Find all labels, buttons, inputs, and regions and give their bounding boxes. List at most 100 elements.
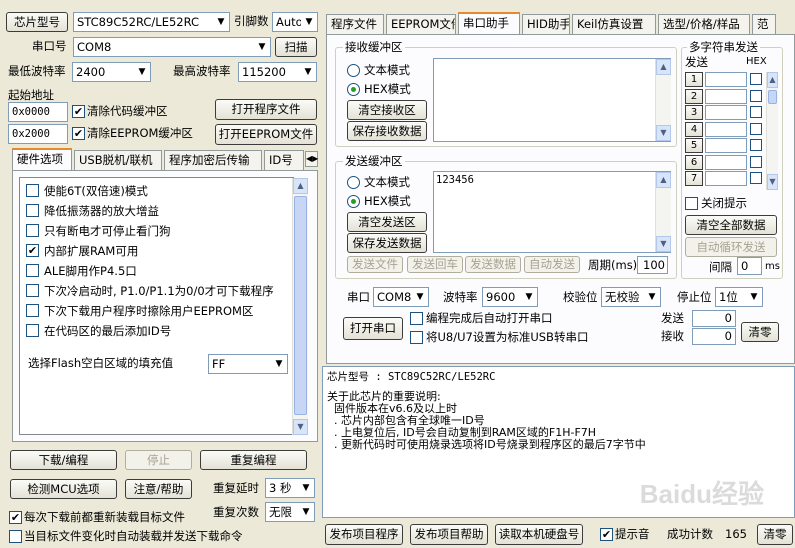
tab-program-file[interactable]: 程序文件	[326, 14, 384, 34]
multi-string-input[interactable]	[705, 121, 747, 137]
parity-select[interactable]: 无校验 ▼	[601, 287, 661, 307]
multi-send-row-button[interactable]: 6	[685, 154, 703, 170]
multi-send-row-button[interactable]: 4	[685, 121, 703, 137]
multi-send-row-button[interactable]: 3	[685, 105, 703, 120]
stop-button[interactable]: 停止	[125, 450, 192, 470]
tab-id-number[interactable]: ID号	[264, 150, 304, 170]
flash-fill-select[interactable]: FF ▼	[208, 354, 288, 374]
scroll-thumb[interactable]	[294, 196, 307, 415]
reprogram-button[interactable]: 重复编程	[200, 450, 307, 470]
tab-scroll-icon[interactable]: ◀▶	[305, 151, 318, 167]
recv-hex-mode-radio[interactable]	[347, 83, 360, 96]
stopbit-select[interactable]: 1位 ▼	[715, 287, 763, 307]
clear-count-button[interactable]: 清零	[741, 322, 779, 342]
multi-string-input[interactable]	[705, 105, 747, 120]
send-scrollbar[interactable]: ▲ ▼	[655, 172, 671, 252]
option-checkbox[interactable]	[26, 184, 39, 197]
period-input[interactable]: 100	[637, 256, 668, 274]
scroll-down-icon[interactable]: ▼	[293, 419, 308, 435]
scroll-up-icon[interactable]: ▲	[767, 72, 778, 88]
multi-scrollbar[interactable]: ▲ ▼	[766, 72, 778, 190]
send-buffer-text[interactable]: 123456	[433, 171, 671, 253]
scroll-down-icon[interactable]: ▼	[656, 236, 671, 252]
multi-hex-checkbox[interactable]	[750, 73, 762, 85]
multi-string-input[interactable]	[705, 138, 747, 153]
multi-send-row-button[interactable]: 5	[685, 138, 703, 153]
tab-hid-assistant[interactable]: HID助手	[522, 14, 570, 34]
clear-all-data-button[interactable]: 清空全部数据	[685, 215, 777, 235]
option-checkbox[interactable]	[26, 264, 39, 277]
tab-eeprom-file[interactable]: EEPROM文件	[386, 14, 456, 34]
max-baud-select[interactable]: 115200 ▼	[238, 62, 317, 82]
scroll-up-icon[interactable]: ▲	[656, 172, 671, 188]
multi-string-input[interactable]	[705, 154, 747, 170]
chip-type-select[interactable]: STC89C52RC/LE52RC ▼	[73, 12, 230, 32]
open-eeprom-button[interactable]: 打开EEPROM文件	[215, 124, 317, 145]
send-hex-mode-radio[interactable]	[347, 195, 360, 208]
close-hint-checkbox[interactable]	[685, 197, 698, 210]
auto-send-button[interactable]: 自动发送	[524, 256, 580, 273]
clear-send-button[interactable]: 清空发送区	[347, 212, 427, 232]
scroll-thumb[interactable]	[768, 90, 777, 104]
pin-count-select[interactable]: Auto ▼	[272, 12, 318, 32]
auto-loop-send-button[interactable]: 自动循环发送	[685, 237, 777, 257]
option-checkbox[interactable]	[26, 284, 39, 297]
tab-hardware-options[interactable]: 硬件选项	[12, 148, 72, 170]
multi-hex-checkbox[interactable]	[750, 139, 762, 151]
min-baud-select[interactable]: 2400 ▼	[72, 62, 151, 82]
multi-string-input[interactable]	[705, 72, 747, 87]
tab-more[interactable]: 范	[752, 14, 776, 34]
publish-program-button[interactable]: 发布项目程序	[325, 524, 403, 545]
send-text-mode-radio[interactable]	[347, 176, 360, 189]
clear-success-button[interactable]: 清零	[757, 524, 793, 545]
send-enter-button[interactable]: 发送回车	[407, 256, 463, 273]
scroll-up-icon[interactable]: ▲	[656, 59, 671, 75]
option-checkbox[interactable]	[26, 304, 39, 317]
option-checkbox[interactable]: ✔	[26, 244, 39, 257]
option-checkbox[interactable]	[26, 224, 39, 237]
multi-send-row-button[interactable]: 2	[685, 88, 703, 104]
save-send-button[interactable]: 保存发送数据	[347, 233, 427, 253]
recv-text-mode-radio[interactable]	[347, 64, 360, 77]
receive-buffer-text[interactable]	[433, 58, 671, 142]
repeat-delay-select[interactable]: 3 秒 ▼	[265, 478, 315, 498]
tab-encrypted-transfer[interactable]: 程序加密后传输	[164, 150, 262, 170]
scroll-down-icon[interactable]: ▼	[656, 125, 671, 141]
auto-load-checkbox[interactable]	[9, 530, 22, 543]
multi-send-row-button[interactable]: 1	[685, 72, 703, 87]
clear-code-checkbox[interactable]: ✔	[72, 105, 85, 118]
repeat-count-select[interactable]: 无限 ▼	[265, 502, 315, 522]
option-checkbox[interactable]	[26, 204, 39, 217]
tab-serial-assistant[interactable]: 串口助手	[458, 12, 520, 34]
com-select[interactable]: COM8 ▼	[73, 37, 271, 57]
multi-hex-checkbox[interactable]	[750, 122, 762, 135]
clear-eeprom-checkbox[interactable]: ✔	[72, 127, 85, 140]
option-checkbox[interactable]	[26, 324, 39, 337]
code-address-input[interactable]: 0x0000	[8, 102, 68, 122]
multi-string-input[interactable]	[705, 88, 747, 104]
tab-selection-price[interactable]: 选型/价格/样品	[658, 14, 750, 34]
reload-before-download-checkbox[interactable]: ✔	[9, 511, 22, 524]
chip-type-button[interactable]: 芯片型号	[6, 12, 68, 32]
port-select[interactable]: COM8 ▼	[373, 287, 429, 307]
scroll-up-icon[interactable]: ▲	[293, 178, 308, 194]
multi-hex-checkbox[interactable]	[750, 155, 762, 168]
save-receive-button[interactable]: 保存接收数据	[347, 121, 427, 141]
open-program-button[interactable]: 打开程序文件	[215, 99, 317, 120]
tab-keil-simulation[interactable]: Keil仿真设置	[572, 14, 656, 34]
multi-hex-checkbox[interactable]	[750, 172, 762, 184]
multi-hex-checkbox[interactable]	[750, 106, 762, 118]
publish-help-button[interactable]: 发布项目帮助	[410, 524, 488, 545]
eeprom-address-input[interactable]: 0x2000	[8, 124, 68, 144]
auto-open-port-checkbox[interactable]	[410, 312, 423, 325]
multi-send-row-button[interactable]: 7	[685, 171, 703, 186]
usb-serial-checkbox[interactable]	[410, 331, 423, 344]
read-disk-id-button[interactable]: 读取本机硬盘号	[495, 524, 583, 545]
clear-receive-button[interactable]: 清空接收区	[347, 100, 427, 120]
open-port-button[interactable]: 打开串口	[343, 317, 403, 340]
options-scrollbar[interactable]: ▲ ▼	[292, 178, 308, 435]
notes-help-button[interactable]: 注意/帮助	[125, 479, 192, 499]
tab-usb-offline[interactable]: USB脱机/联机	[74, 150, 162, 170]
detect-mcu-button[interactable]: 检测MCU选项	[10, 479, 117, 499]
receive-scrollbar[interactable]: ▲ ▼	[655, 59, 671, 141]
